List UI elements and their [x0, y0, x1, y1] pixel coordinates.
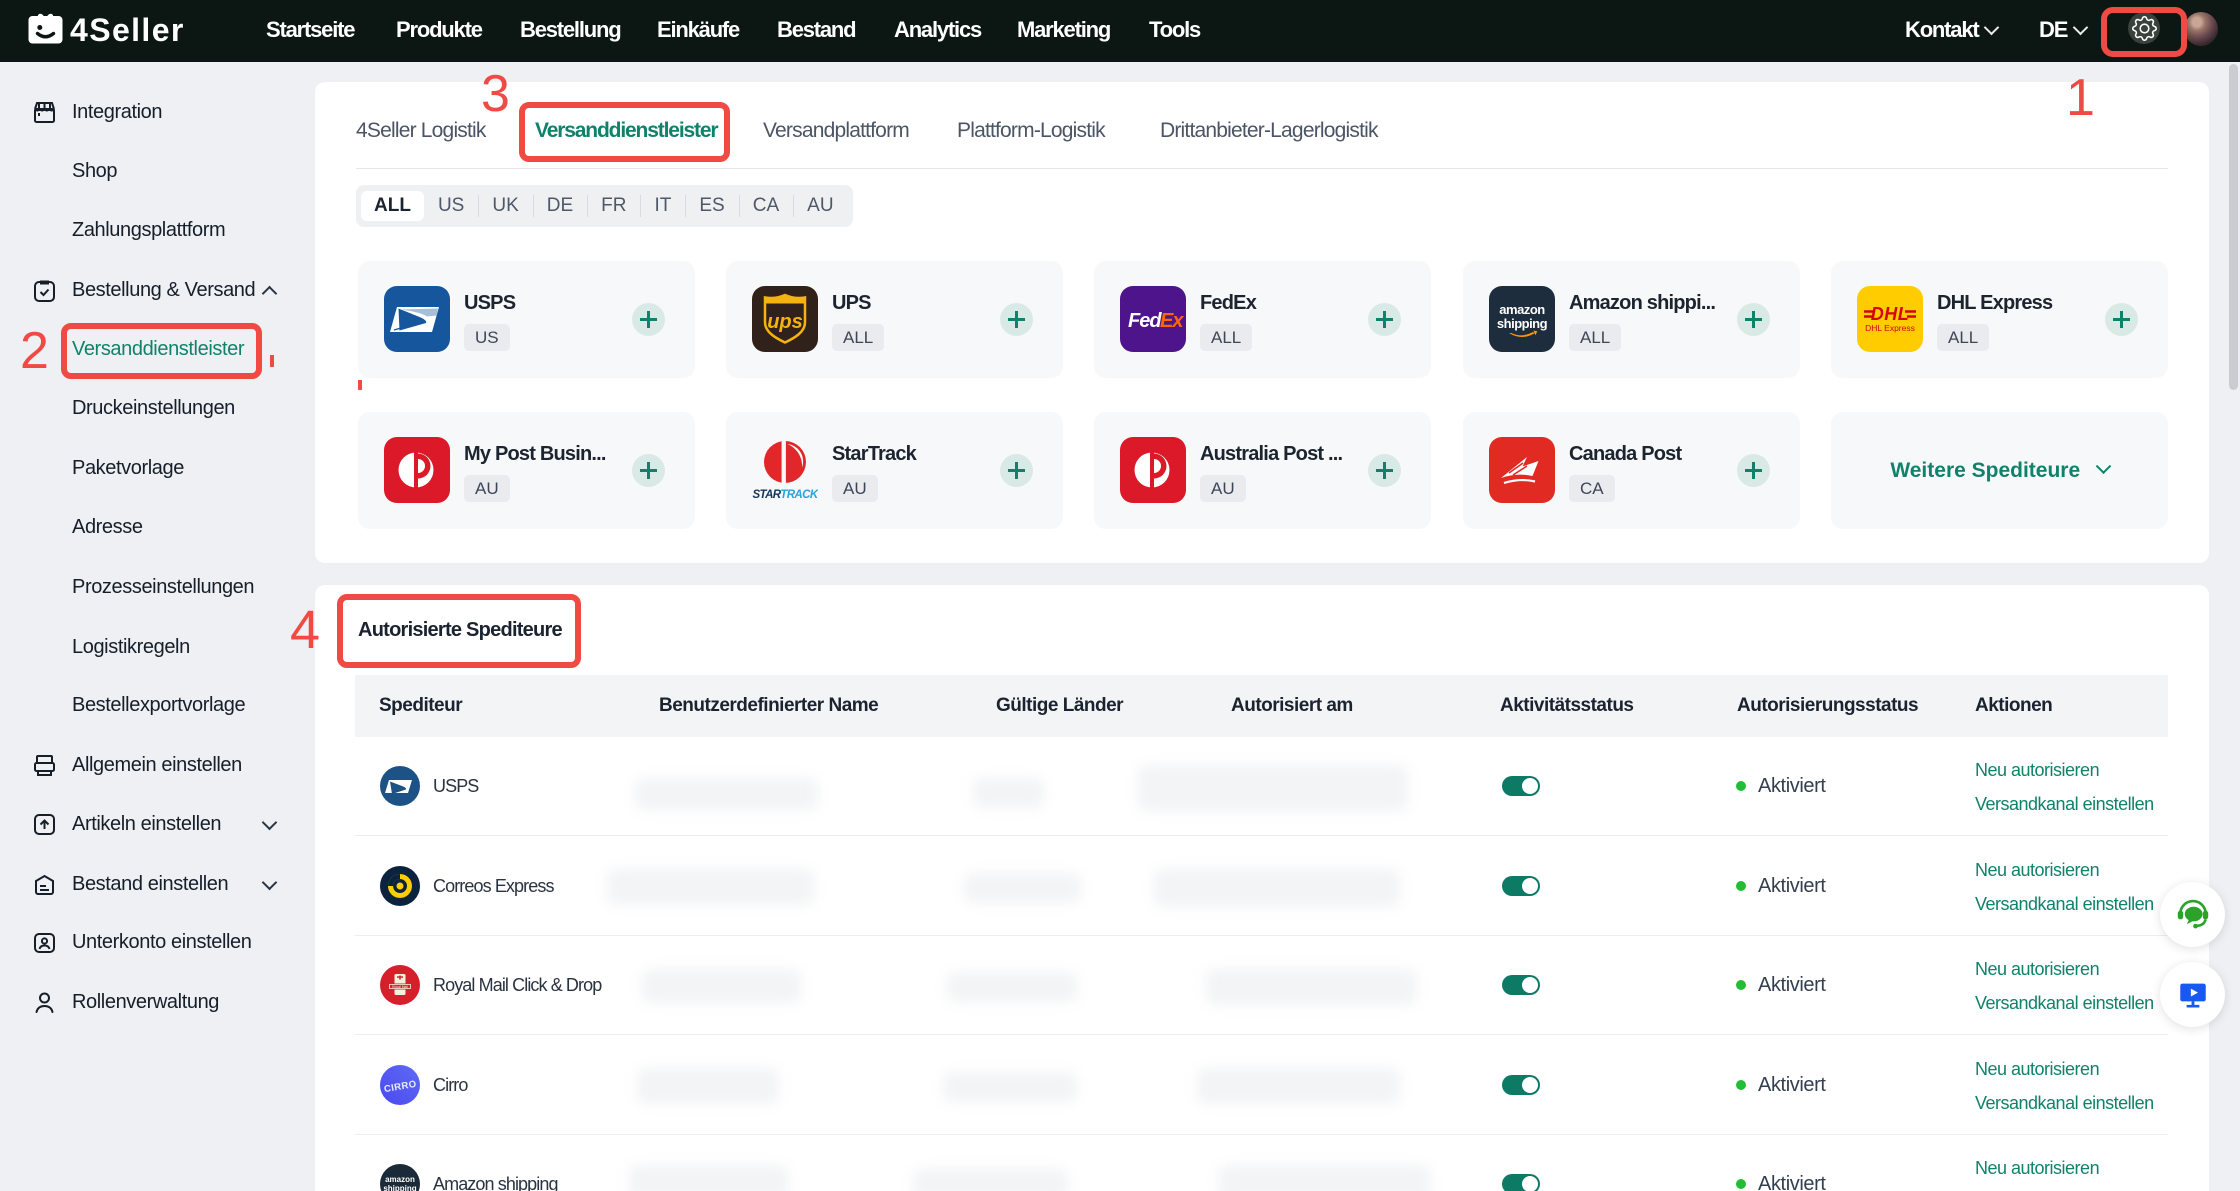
svg-text:Ex: Ex: [1160, 310, 1184, 332]
svg-text:amazon: amazon: [385, 1175, 415, 1184]
svg-text:ups: ups: [767, 311, 803, 333]
svg-text:amazon: amazon: [1499, 302, 1545, 317]
svg-text:Fed: Fed: [1128, 310, 1162, 332]
svg-text:DHL Express: DHL Express: [1865, 323, 1915, 333]
svg-text:Royal Mail: Royal Mail: [392, 985, 408, 989]
svg-text:DHL: DHL: [1871, 304, 1910, 324]
svg-text:shipping: shipping: [1497, 316, 1548, 331]
svg-text:STARTRACK: STARTRACK: [752, 489, 818, 501]
svg-text:shipping: shipping: [383, 1184, 416, 1191]
